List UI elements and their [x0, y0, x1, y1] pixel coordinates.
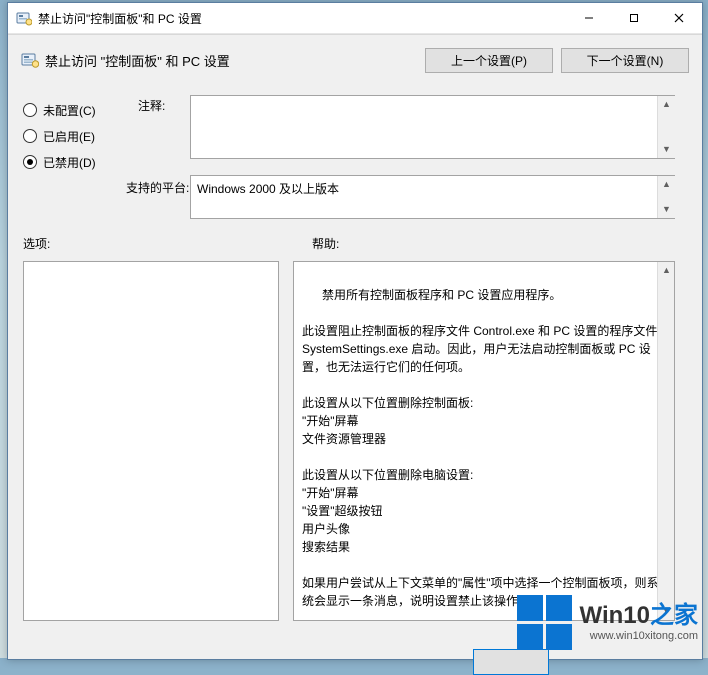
radio-label: 已禁用(D): [43, 154, 96, 171]
state-radio-group: 未配置(C) 已启用(E) 已禁用(D): [23, 97, 123, 175]
bottom-button-partial[interactable]: [473, 649, 549, 675]
help-text: 禁用所有控制面板程序和 PC 设置应用程序。 此设置阻止控制面板的程序文件 Co…: [302, 288, 661, 608]
close-button[interactable]: [656, 3, 702, 33]
comment-textarea[interactable]: ▲ ▼: [190, 95, 675, 159]
supported-platform-field: Windows 2000 及以上版本 ▲ ▼: [190, 175, 675, 219]
policy-title: 禁止访问 "控制面板" 和 PC 设置: [45, 51, 417, 70]
titlebar: 禁止访问"控制面板"和 PC 设置: [8, 3, 702, 34]
scroll-down-icon: ▼: [658, 603, 675, 620]
radio-icon: [23, 155, 37, 169]
help-label: 帮助:: [312, 235, 339, 252]
scroll-up-icon: ▲: [658, 262, 675, 279]
scrollbar[interactable]: ▲ ▼: [657, 96, 675, 158]
scroll-up-icon: ▲: [658, 96, 675, 113]
previous-setting-button[interactable]: 上一个设置(P): [425, 48, 553, 73]
radio-icon: [23, 103, 37, 117]
maximize-button[interactable]: [611, 3, 656, 33]
options-pane: [23, 261, 279, 621]
radio-label: 未配置(C): [43, 102, 96, 119]
radio-label: 已启用(E): [43, 128, 95, 145]
header-row: 禁止访问 "控制面板" 和 PC 设置 上一个设置(P) 下一个设置(N): [21, 43, 689, 77]
help-pane: 禁用所有控制面板程序和 PC 设置应用程序。 此设置阻止控制面板的程序文件 Co…: [293, 261, 675, 621]
client-area: 禁止访问 "控制面板" 和 PC 设置 上一个设置(P) 下一个设置(N) 未配…: [8, 34, 702, 659]
policy-icon: [21, 51, 39, 69]
window-buttons: [566, 3, 702, 33]
app-icon: [16, 10, 32, 26]
radio-enabled[interactable]: 已启用(E): [23, 123, 123, 149]
scrollbar[interactable]: ▲ ▼: [657, 176, 675, 218]
scroll-up-icon: ▲: [658, 176, 675, 193]
options-label: 选项:: [23, 235, 50, 252]
platform-label: 支持的平台:: [126, 179, 189, 196]
gpo-editor-window: 禁止访问"控制面板"和 PC 设置: [7, 2, 703, 660]
next-setting-button[interactable]: 下一个设置(N): [561, 48, 689, 73]
radio-icon: [23, 129, 37, 143]
scroll-down-icon: ▼: [658, 201, 675, 218]
window-title: 禁止访问"控制面板"和 PC 设置: [38, 10, 566, 27]
scrollbar[interactable]: ▲ ▼: [657, 262, 675, 620]
minimize-button[interactable]: [566, 3, 611, 33]
radio-not-configured[interactable]: 未配置(C): [23, 97, 123, 123]
scroll-down-icon: ▼: [658, 141, 675, 158]
radio-disabled[interactable]: 已禁用(D): [23, 149, 123, 175]
comment-label: 注释:: [138, 97, 165, 114]
platform-value: Windows 2000 及以上版本: [197, 182, 339, 196]
